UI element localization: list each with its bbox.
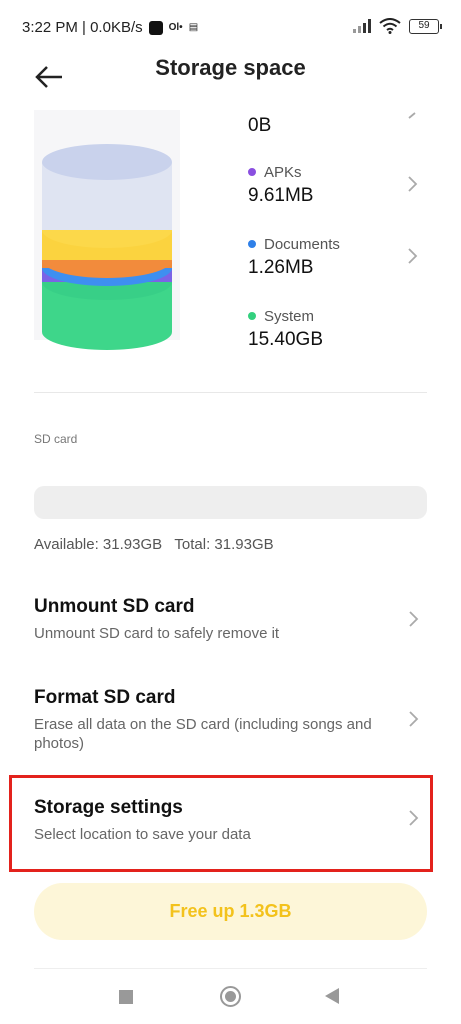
divider [34, 392, 427, 393]
row-title: Format SD card [34, 687, 176, 708]
legend-item-system: System 15.40GB [248, 306, 428, 351]
legend-item-apks[interactable]: APKs 9.61MB [248, 162, 428, 207]
status-bar: 3:22 PM | 0.0KB/s Ol• ▤ 59 [0, 0, 461, 56]
legend-value: 0B [248, 115, 272, 136]
sd-total: Total: 31.93GB [174, 536, 274, 553]
format-sd-card-row[interactable]: Format SD card Erase all data on the SD … [34, 687, 427, 753]
legend-value: 15.40GB [248, 329, 323, 350]
free-up-button[interactable]: Free up 1.3GB [34, 883, 427, 940]
signal-strength-icon [353, 19, 371, 33]
highlight-box [9, 775, 433, 872]
back-button-icon[interactable] [325, 988, 339, 1004]
system-color-dot [248, 312, 256, 320]
legend-item-documents[interactable]: Documents 1.26MB [248, 234, 428, 279]
status-right: 59 [353, 18, 442, 34]
row-description: Erase all data on the SD card (including… [34, 716, 372, 752]
sd-card-usage-bar [34, 486, 427, 519]
page-title: Storage space [155, 55, 306, 80]
legend-name-row: APKs [248, 162, 428, 182]
chevron-right-icon [406, 175, 418, 193]
recents-button-icon[interactable] [119, 990, 133, 1004]
battery-icon: 59 [409, 18, 442, 34]
status-left: 3:22 PM | 0.0KB/s Ol• ▤ [22, 19, 198, 36]
apks-color-dot [248, 168, 256, 176]
header: Storage space [0, 50, 461, 94]
legend-label: APKs [264, 163, 302, 181]
navigation-bar [0, 976, 461, 1024]
sd-card-capacity: Available: 31.93GB Total: 31.93GB [34, 536, 274, 553]
legend-name-row: System [248, 306, 428, 326]
legend-label: System [264, 307, 315, 325]
home-button-icon[interactable] [220, 986, 241, 1007]
chevron-right-icon [406, 104, 418, 122]
legend-value: 1.26MB [248, 257, 314, 278]
chevron-right-icon [406, 247, 418, 265]
section-label-sd-card: SD card [34, 432, 78, 446]
chevron-right-icon [407, 710, 419, 728]
sim-card-icon: ▤ [188, 22, 199, 33]
storage-cylinder-graphic [34, 110, 180, 350]
chevron-right-icon [407, 610, 419, 628]
status-time: 3:22 PM | 0.0KB/s [22, 19, 143, 36]
row-description: Unmount SD card to safely remove it [34, 625, 280, 642]
divider [34, 968, 427, 969]
wifi-icon [379, 18, 401, 34]
legend-name-row: Documents [248, 234, 428, 254]
legend-item-other[interactable]: 0B [248, 112, 428, 137]
ola-app-icon: Ol• [168, 22, 183, 33]
sd-available: Available: 31.93GB [34, 536, 163, 553]
notification-app-icon [148, 20, 163, 35]
legend-label: Documents [264, 235, 340, 253]
documents-color-dot [248, 240, 256, 248]
legend-value: 9.61MB [248, 185, 314, 206]
unmount-sd-card-row[interactable]: Unmount SD card Unmount SD card to safel… [34, 596, 427, 643]
row-title: Unmount SD card [34, 596, 195, 617]
